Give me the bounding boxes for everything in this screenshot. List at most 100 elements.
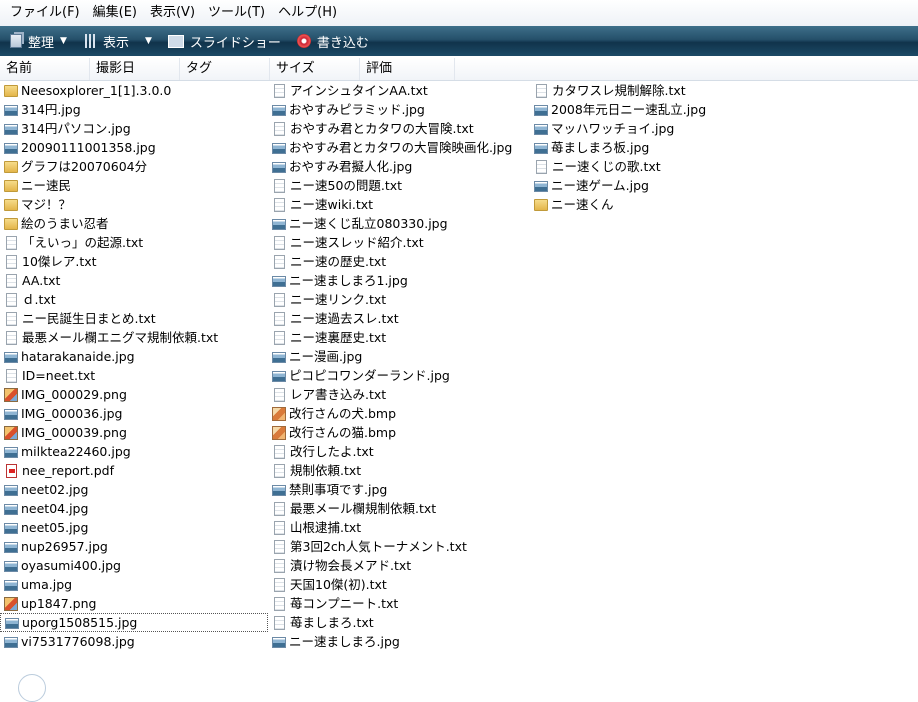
slideshow-button[interactable]: スライドショー — [162, 26, 287, 56]
file-item[interactable]: neet04.jpg — [0, 499, 268, 518]
file-item[interactable]: アインシュタインAA.txt — [268, 81, 534, 100]
file-item[interactable]: milktea22460.jpg — [0, 442, 268, 461]
file-item[interactable]: 第3回2ch人気トーナメント.txt — [268, 537, 534, 556]
file-item[interactable]: ニー速くじ乱立080330.jpg — [268, 214, 534, 233]
file-item[interactable]: hatarakanaide.jpg — [0, 347, 268, 366]
file-item[interactable]: 規制依頼.txt — [268, 461, 534, 480]
file-item[interactable]: ニー速裏歴史.txt — [268, 328, 534, 347]
file-item[interactable]: おやすみ君擬人化.jpg — [268, 157, 534, 176]
png-image-icon — [4, 425, 18, 440]
menu-help[interactable]: ヘルプ(H) — [272, 0, 344, 26]
file-item[interactable]: ニー速リンク.txt — [268, 290, 534, 309]
file-item[interactable]: nee_report.pdf — [0, 461, 268, 480]
file-item[interactable]: レア書き込み.txt — [268, 385, 534, 404]
file-item[interactable]: ニー速くじの歌.txt — [530, 157, 790, 176]
file-name: ニー速50の問題.txt — [290, 178, 403, 193]
png-image-icon — [4, 596, 18, 611]
file-name: 314円パソコン.jpg — [21, 121, 131, 136]
file-item[interactable]: 苺ましまろ.txt — [268, 613, 534, 632]
organize-button[interactable]: 整理 ▼ — [4, 26, 73, 56]
file-name: ニー漫画.jpg — [289, 349, 363, 364]
column-header-tags[interactable]: タグ — [180, 58, 270, 80]
file-item[interactable]: 山根逮捕.txt — [268, 518, 534, 537]
file-item[interactable]: neet02.jpg — [0, 480, 268, 499]
file-name: おやすみ君とカタワの大冒険映画化.jpg — [289, 140, 513, 155]
file-item[interactable]: 苺ましまろ板.jpg — [530, 138, 790, 157]
jpg-image-icon — [534, 181, 548, 192]
bmp-image-icon — [272, 425, 286, 440]
file-item[interactable]: カタワスレ規制解除.txt — [530, 81, 790, 100]
menu-tools[interactable]: ツール(T) — [202, 0, 272, 26]
file-item[interactable]: AA.txt — [0, 271, 268, 290]
file-item[interactable]: up1847.png — [0, 594, 268, 613]
file-item[interactable]: 苺コンプニート.txt — [268, 594, 534, 613]
text-file-icon — [274, 596, 285, 611]
column-header-size[interactable]: サイズ — [270, 58, 360, 80]
file-item[interactable]: 禁則事項です.jpg — [268, 480, 534, 499]
file-name: 2008年元日ニー速乱立.jpg — [551, 102, 707, 117]
file-item[interactable]: ニー速の歴史.txt — [268, 252, 534, 271]
file-item[interactable]: ニー速50の問題.txt — [268, 176, 534, 195]
file-item[interactable]: 天国10傑(初).txt — [268, 575, 534, 594]
file-item[interactable]: 最悪メール欄エニグマ規制依頼.txt — [0, 328, 268, 347]
file-item[interactable]: uma.jpg — [0, 575, 268, 594]
column-header-name[interactable]: 名前 — [0, 58, 90, 80]
menu-view[interactable]: 表示(V) — [144, 0, 202, 26]
file-item[interactable]: ニー速ましまろ.jpg — [268, 632, 534, 651]
file-item[interactable]: ニー速民 — [0, 176, 268, 195]
menu-file[interactable]: ファイル(F) — [0, 0, 87, 26]
file-item[interactable]: ニー速くん — [530, 195, 790, 214]
file-item[interactable]: ニー速スレッド紹介.txt — [268, 233, 534, 252]
file-item[interactable]: nup26957.jpg — [0, 537, 268, 556]
file-item[interactable]: IMG_000029.png — [0, 385, 268, 404]
file-item[interactable]: 10傑レア.txt — [0, 252, 268, 271]
jpg-image-icon — [272, 485, 286, 496]
file-list-column-1: Neesoxplorer_1[1].3.0.0 314円.jpg 314円パソコン.… — [0, 81, 268, 651]
file-item[interactable]: ニー速wiki.txt — [268, 195, 534, 214]
file-item[interactable]: ニー速ゲーム.jpg — [530, 176, 790, 195]
file-item[interactable]: ピコピコワンダーランド.jpg — [268, 366, 534, 385]
file-item[interactable]: 2008年元日ニー速乱立.jpg — [530, 100, 790, 119]
file-item[interactable]: neet05.jpg — [0, 518, 268, 537]
burn-button[interactable]: 書き込む — [291, 26, 375, 56]
file-item[interactable]: 絵のうまい忍者 — [0, 214, 268, 233]
file-item[interactable]: ニー速過去スレ.txt — [268, 309, 534, 328]
file-item[interactable]: 漬け物会長メアド.txt — [268, 556, 534, 575]
file-item[interactable]: 314円パソコン.jpg — [0, 119, 268, 138]
column-header-date-taken[interactable]: 撮影日 — [90, 58, 180, 80]
file-item[interactable]: Neesoxplorer_1[1].3.0.0 — [0, 81, 268, 100]
file-item[interactable]: vi7531776098.jpg — [0, 632, 268, 651]
file-name: ニー速リンク.txt — [290, 292, 387, 307]
file-item[interactable]: oyasumi400.jpg — [0, 556, 268, 575]
menu-edit[interactable]: 編集(E) — [87, 0, 144, 26]
file-item[interactable]: ｄ.txt — [0, 290, 268, 309]
file-item[interactable]: uporg1508515.jpg — [0, 613, 268, 632]
views-button[interactable]: 表示 ▼ — [79, 26, 158, 56]
text-file-icon — [274, 235, 285, 250]
file-item[interactable]: ニー民誕生日まとめ.txt — [0, 309, 268, 328]
column-header-rating[interactable]: 評価 — [360, 58, 455, 80]
text-file-icon — [6, 311, 17, 326]
file-item[interactable]: 314円.jpg — [0, 100, 268, 119]
file-item[interactable]: 「えいっ」の起源.txt — [0, 233, 268, 252]
file-item[interactable]: ID=neet.txt — [0, 366, 268, 385]
text-file-icon — [274, 539, 285, 554]
file-name: 苺ましまろ板.jpg — [551, 140, 650, 155]
file-item[interactable]: ニー速ましまろ1.jpg — [268, 271, 534, 290]
file-list-column-3: カタワスレ規制解除.txt 2008年元日ニー速乱立.jpg マッハワッチョイ.jp… — [530, 81, 790, 214]
file-item[interactable]: グラフは20070604分 — [0, 157, 268, 176]
file-item[interactable]: 20090111001358.jpg — [0, 138, 268, 157]
file-item[interactable]: ニー漫画.jpg — [268, 347, 534, 366]
file-item[interactable]: IMG_000039.png — [0, 423, 268, 442]
file-item[interactable]: おやすみピラミッド.jpg — [268, 100, 534, 119]
file-name: ニー速wiki.txt — [290, 197, 374, 212]
file-item[interactable]: おやすみ君とカタワの大冒険.txt — [268, 119, 534, 138]
file-item[interactable]: IMG_000036.jpg — [0, 404, 268, 423]
file-item[interactable]: 改行さんの猫.bmp — [268, 423, 534, 442]
file-item[interactable]: 改行したよ.txt — [268, 442, 534, 461]
file-item[interactable]: おやすみ君とカタワの大冒険映画化.jpg — [268, 138, 534, 157]
file-item[interactable]: 最悪メール欄規制依頼.txt — [268, 499, 534, 518]
file-item[interactable]: 改行さんの犬.bmp — [268, 404, 534, 423]
file-item[interactable]: マジ！？ — [0, 195, 268, 214]
file-item[interactable]: マッハワッチョイ.jpg — [530, 119, 790, 138]
